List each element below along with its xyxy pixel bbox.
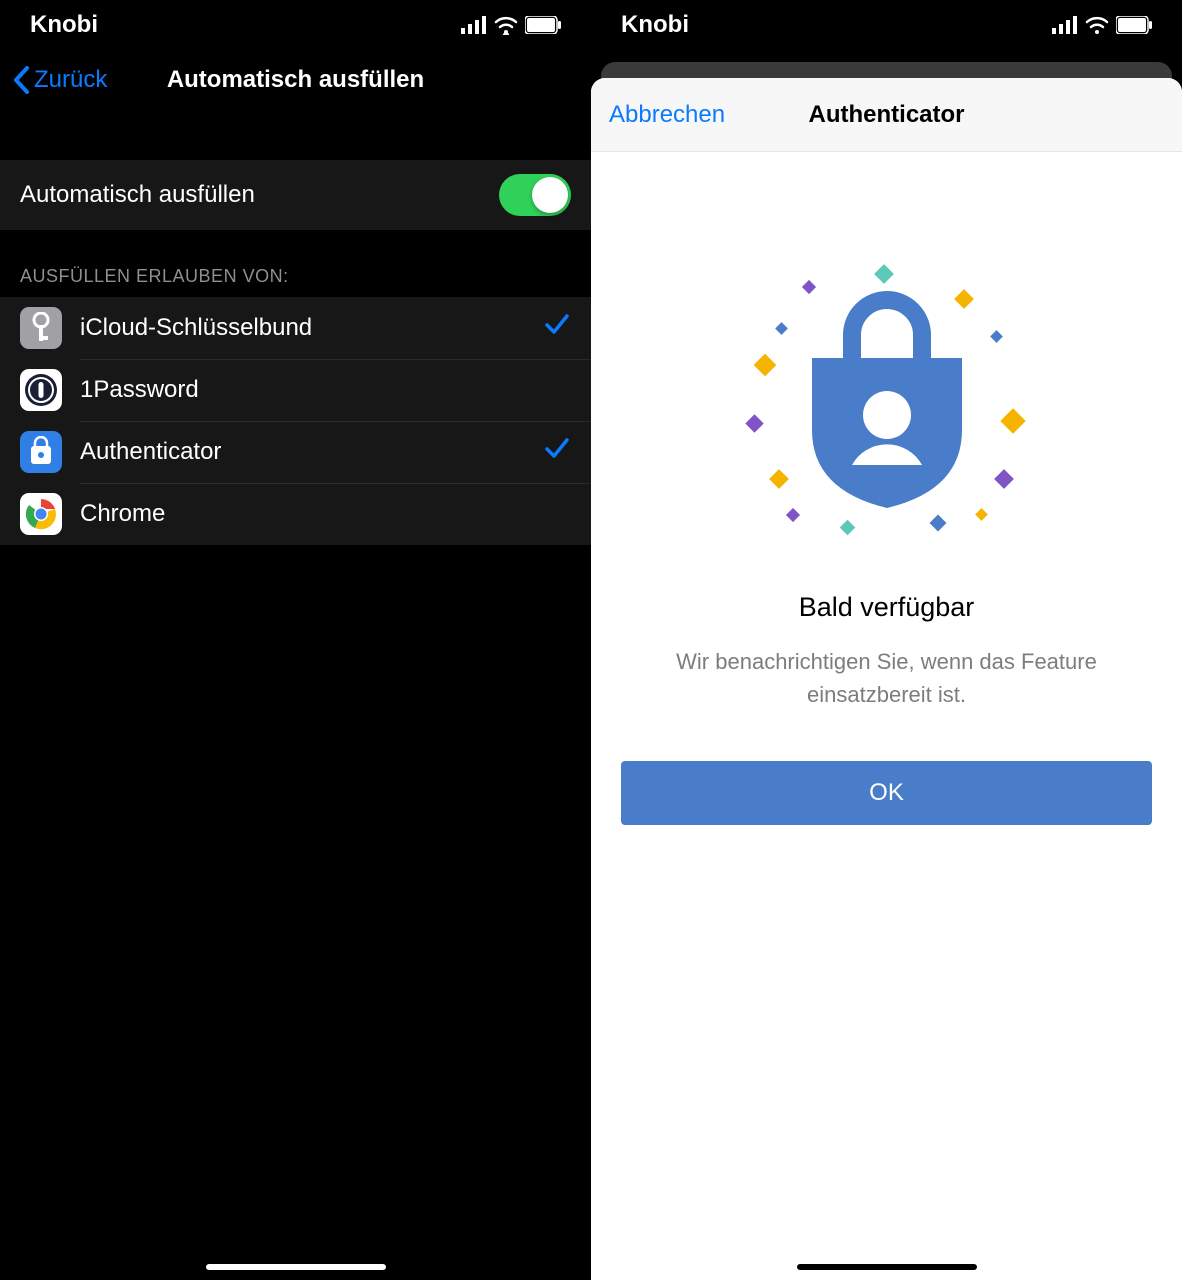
sparkle-icon: [1000, 408, 1025, 433]
carrier-label: Knobi: [30, 11, 98, 39]
provider-label: 1Password: [80, 376, 571, 404]
modal-body: Bald verfügbar Wir benachrichtigen Sie, …: [591, 152, 1182, 1280]
sparkle-icon: [994, 469, 1014, 489]
provider-label: Authenticator: [80, 438, 543, 466]
sparkle-icon: [769, 469, 789, 489]
settings-screen: Knobi Zurück Automatisch ausfüllen Autom…: [0, 0, 591, 1280]
sparkle-icon: [990, 330, 1003, 343]
status-bar: Knobi: [0, 0, 591, 50]
lock-shield-icon: [792, 280, 982, 510]
back-button[interactable]: Zurück: [12, 66, 107, 94]
provider-label: iCloud-Schlüsselbund: [80, 314, 543, 342]
autofill-switch[interactable]: [499, 174, 571, 216]
sparkle-icon: [839, 520, 855, 536]
status-bar: Knobi: [591, 0, 1182, 50]
spacer: [0, 110, 591, 160]
modal-sheet: Abbrechen Authenticator: [591, 78, 1182, 1280]
authenticator-icon: [20, 431, 62, 473]
signal-icon: [1052, 16, 1078, 34]
allow-fill-from-header: AUSFÜLLEN ERLAUBEN VON:: [0, 230, 591, 297]
coming-soon-illustration: [742, 262, 1032, 552]
sparkle-icon: [785, 508, 799, 522]
battery-icon: [1116, 16, 1152, 34]
status-icons: [1052, 15, 1152, 35]
provider-list: iCloud-Schlüsselbund 1Password Authentic…: [0, 297, 591, 545]
chevron-left-icon: [12, 66, 30, 94]
nav-bar: Zurück Automatisch ausfüllen: [0, 50, 591, 110]
switch-knob: [532, 177, 568, 213]
key-icon: [20, 307, 62, 349]
back-label: Zurück: [34, 66, 107, 94]
authenticator-modal-screen: Knobi Abbrechen Authenticator: [591, 0, 1182, 1280]
wifi-icon: [1084, 15, 1110, 35]
sparkle-icon: [929, 515, 946, 532]
sparkle-icon: [975, 508, 988, 521]
status-icons: [461, 15, 561, 35]
cancel-button[interactable]: Abbrechen: [609, 101, 725, 129]
provider-row-chrome[interactable]: Chrome: [0, 483, 591, 545]
wifi-icon: [493, 15, 519, 35]
home-indicator[interactable]: [206, 1264, 386, 1270]
provider-row-authenticator[interactable]: Authenticator: [0, 421, 591, 483]
onepassword-icon: [20, 369, 62, 411]
coming-soon-title: Bald verfügbar: [799, 592, 975, 623]
carrier-label: Knobi: [621, 11, 689, 39]
autofill-toggle-row[interactable]: Automatisch ausfüllen: [0, 160, 591, 230]
provider-row-icloud[interactable]: iCloud-Schlüsselbund: [0, 297, 591, 359]
sparkle-icon: [753, 354, 776, 377]
provider-row-1password[interactable]: 1Password: [0, 359, 591, 421]
chrome-icon: [20, 493, 62, 535]
ok-button[interactable]: OK: [621, 761, 1152, 825]
provider-label: Chrome: [80, 500, 571, 528]
coming-soon-subtitle: Wir benachrichtigen Sie, wenn das Featur…: [657, 645, 1117, 711]
signal-icon: [461, 16, 487, 34]
sparkle-icon: [775, 322, 788, 335]
sparkle-icon: [745, 414, 763, 432]
checkmark-icon: [543, 310, 571, 346]
autofill-toggle-label: Automatisch ausfüllen: [20, 181, 255, 209]
checkmark-icon: [543, 434, 571, 470]
modal-header: Abbrechen Authenticator: [591, 78, 1182, 152]
home-indicator[interactable]: [797, 1264, 977, 1270]
battery-icon: [525, 16, 561, 34]
